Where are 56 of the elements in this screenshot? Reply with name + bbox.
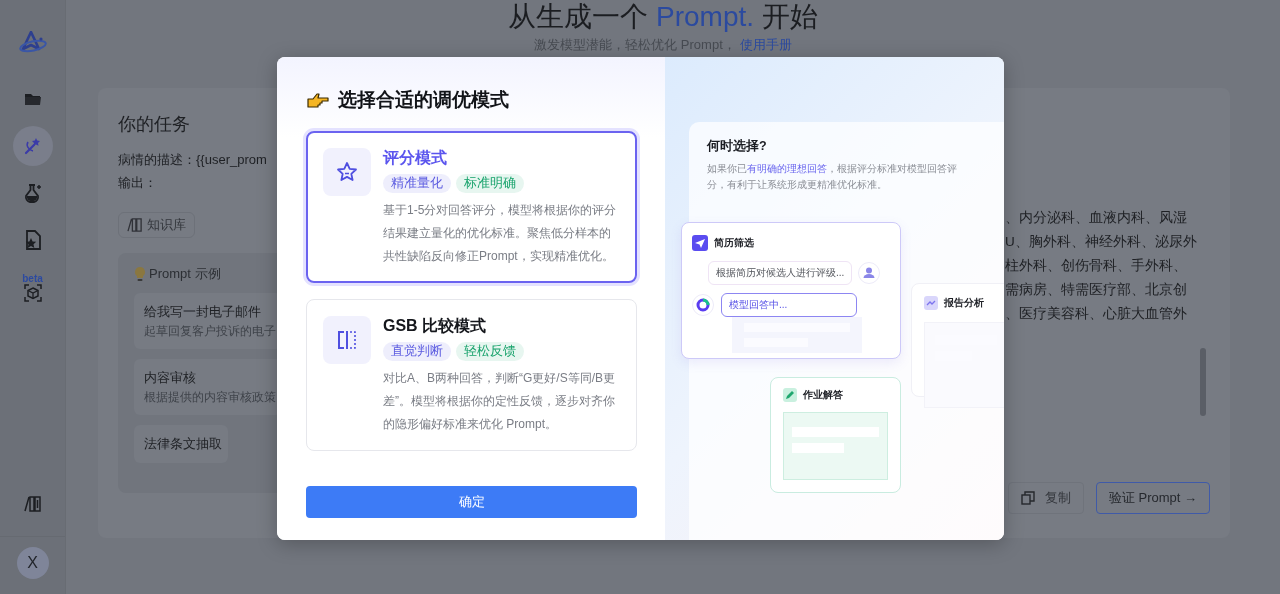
folder-icon <box>23 91 42 107</box>
knowledge-base-button[interactable]: 知识库 <box>118 212 195 238</box>
mode-tag: 直觉判断 <box>383 342 451 361</box>
magic-wand-icon <box>22 136 43 156</box>
scrollbar[interactable] <box>1200 348 1206 416</box>
pointing-hand-icon <box>306 91 330 109</box>
assistant-logo-icon <box>692 294 714 316</box>
copy-icon <box>1020 491 1035 505</box>
example-item[interactable]: 法律条文抽取 <box>134 425 228 463</box>
mode-option[interactable]: GSB 比较模式 直觉判断 轻松反馈 对比A、B两种回答，判断“G更好/S等同/B更差”。模型将根据你的定性反馈，逐步对齐你的隐形偏好标准来优化 Prompt。 <box>306 299 637 451</box>
books-icon <box>23 496 42 512</box>
mode-description: 对比A、B两种回答，判断“G更好/S等同/B更差”。模型将根据你的定性反馈，逐步对齐你的隐形偏好标准来优化 Prompt。 <box>383 370 616 433</box>
send-icon <box>692 235 708 251</box>
card-title: 作业解答 <box>803 388 843 402</box>
confirm-button[interactable]: 确定 <box>306 486 637 518</box>
beta-label: beta <box>22 272 43 284</box>
prompt-text-line: 输出： <box>118 174 157 192</box>
result-text-line: 柱外科、创伤骨科、手外科、 <box>1005 257 1188 275</box>
star-icon <box>336 161 358 183</box>
examples-title: Prompt 示例 <box>149 265 221 283</box>
verify-prompt-button[interactable]: 验证 Prompt → <box>1095 482 1210 514</box>
example-title: 法律条文抽取 <box>144 435 222 453</box>
sidebar-item[interactable] <box>12 126 53 166</box>
example-title: 内容审核 <box>144 369 197 387</box>
light-bulb-icon <box>134 266 146 282</box>
logo-icon <box>18 31 47 53</box>
info-description: 如果你已有明确的理想回答，根据评分标准对模型回答评分，有利于让系统形成更精准优化标准。 <box>707 162 958 192</box>
mode-title: 评分模式 <box>383 148 448 168</box>
mode-title: GSB 比较模式 <box>383 316 488 336</box>
result-text-line: U、胸外科、神经外科、泌尿外 <box>1005 233 1198 251</box>
card-title: 简历筛选 <box>714 236 754 250</box>
mode-tag: 标准明确 <box>456 174 524 193</box>
result-text-line: 、内分泌科、血液内科、风湿 <box>1005 209 1188 227</box>
chart-icon <box>924 296 938 310</box>
page-title: 从生成一个 Prompt. 开始 <box>508 0 818 34</box>
mode-description: 基于1-5分对回答评分，模型将根据你的评分结果建立量化的优化标准。聚焦低分样本的共性缺陷反向修正Prompt，实现精准优化。 <box>383 202 618 265</box>
result-text-line: 需病房、特需医疗部、北京创 <box>1005 281 1188 299</box>
mode-tag: 精准量化 <box>383 174 451 193</box>
prompt-text-line: 病情的描述：{{user_prom <box>118 151 267 169</box>
starred-file-icon <box>23 230 42 250</box>
question-bubble: 根据简历对候选人进行评级... <box>708 261 853 285</box>
mode-tag: 轻松反馈 <box>456 342 524 361</box>
result-text-line: 、医疗美容科、心脏大血管外 <box>1005 305 1188 323</box>
split-compare-icon <box>337 330 357 350</box>
user-icon <box>858 262 881 284</box>
dialog-title: 选择合适的调优模式 <box>338 88 509 112</box>
pen-icon <box>783 388 797 402</box>
flask-icon <box>22 183 43 203</box>
info-title: 何时选择? <box>707 138 768 155</box>
card-title: 你的任务 <box>118 113 190 136</box>
cube-icon <box>23 283 42 302</box>
books-icon <box>127 218 143 232</box>
user-avatar[interactable]: X <box>16 547 49 579</box>
mode-option[interactable]: 评分模式 精准量化 标准明确 基于1-5分对回答评分，模型将根据你的评分结果建立量化的优化标准。聚焦低分样本的共性缺陷反向修正Prompt，实现精准优化。 <box>306 131 637 283</box>
card-title: 报告分析 <box>944 296 984 310</box>
copy-button[interactable]: 复制 <box>1007 482 1084 514</box>
